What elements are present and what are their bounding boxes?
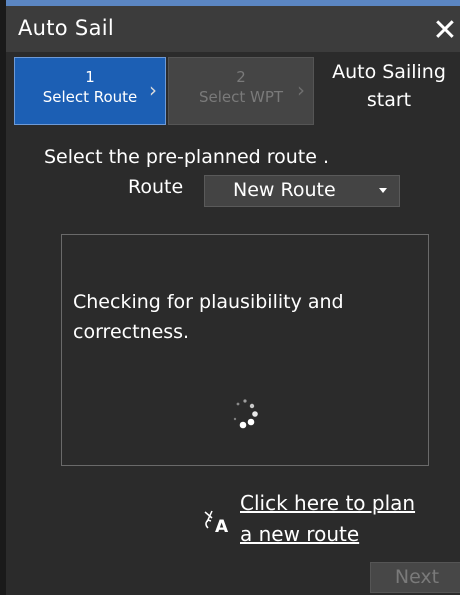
step-select-wpt: 2 Select WPT › xyxy=(168,57,314,125)
status-panel: Checking for plausibility and correctnes… xyxy=(61,234,429,466)
plan-link-line1: Click here to plan xyxy=(240,491,416,515)
window-title: Auto Sail xyxy=(18,16,115,40)
step-label-line2: start xyxy=(366,89,412,111)
status-line2: correctness. xyxy=(73,321,190,343)
step-auto-sailing-start: Auto Sailing start xyxy=(314,58,460,114)
step-number: 2 xyxy=(236,68,246,86)
auto-sail-window: Auto Sail ✕ 1 Select Route › 2 Select WP… xyxy=(0,0,460,595)
loading-spinner-icon xyxy=(233,399,258,429)
title-bar: Auto Sail ✕ xyxy=(6,6,460,52)
step-select-route[interactable]: 1 Select Route › xyxy=(14,57,166,125)
plan-link-line2: a new route xyxy=(240,522,360,546)
status-message: Checking for plausibility and correctnes… xyxy=(73,287,413,347)
svg-text:A: A xyxy=(215,517,229,536)
caret-down-icon xyxy=(379,188,387,193)
instruction-text: Select the pre-planned route . xyxy=(44,146,330,168)
step-number: 1 xyxy=(85,68,95,86)
step-label: Select Route xyxy=(42,88,138,106)
chevron-right-icon: › xyxy=(297,78,305,102)
next-button[interactable]: Next xyxy=(370,562,460,593)
chevron-right-icon: › xyxy=(149,78,157,102)
plan-route-icon: A xyxy=(204,510,229,536)
close-button[interactable]: ✕ xyxy=(430,16,460,46)
step-label-line1: Auto Sailing xyxy=(332,61,446,83)
close-icon: ✕ xyxy=(432,13,458,48)
status-line1: Checking for plausibility and xyxy=(73,291,344,313)
route-dropdown[interactable]: New Route xyxy=(204,175,400,207)
step-label: Select WPT xyxy=(198,88,284,106)
route-selected-value: New Route xyxy=(233,179,336,201)
plan-new-route-link[interactable]: Click here to plan a new route xyxy=(240,488,415,550)
route-label: Route xyxy=(128,176,184,198)
